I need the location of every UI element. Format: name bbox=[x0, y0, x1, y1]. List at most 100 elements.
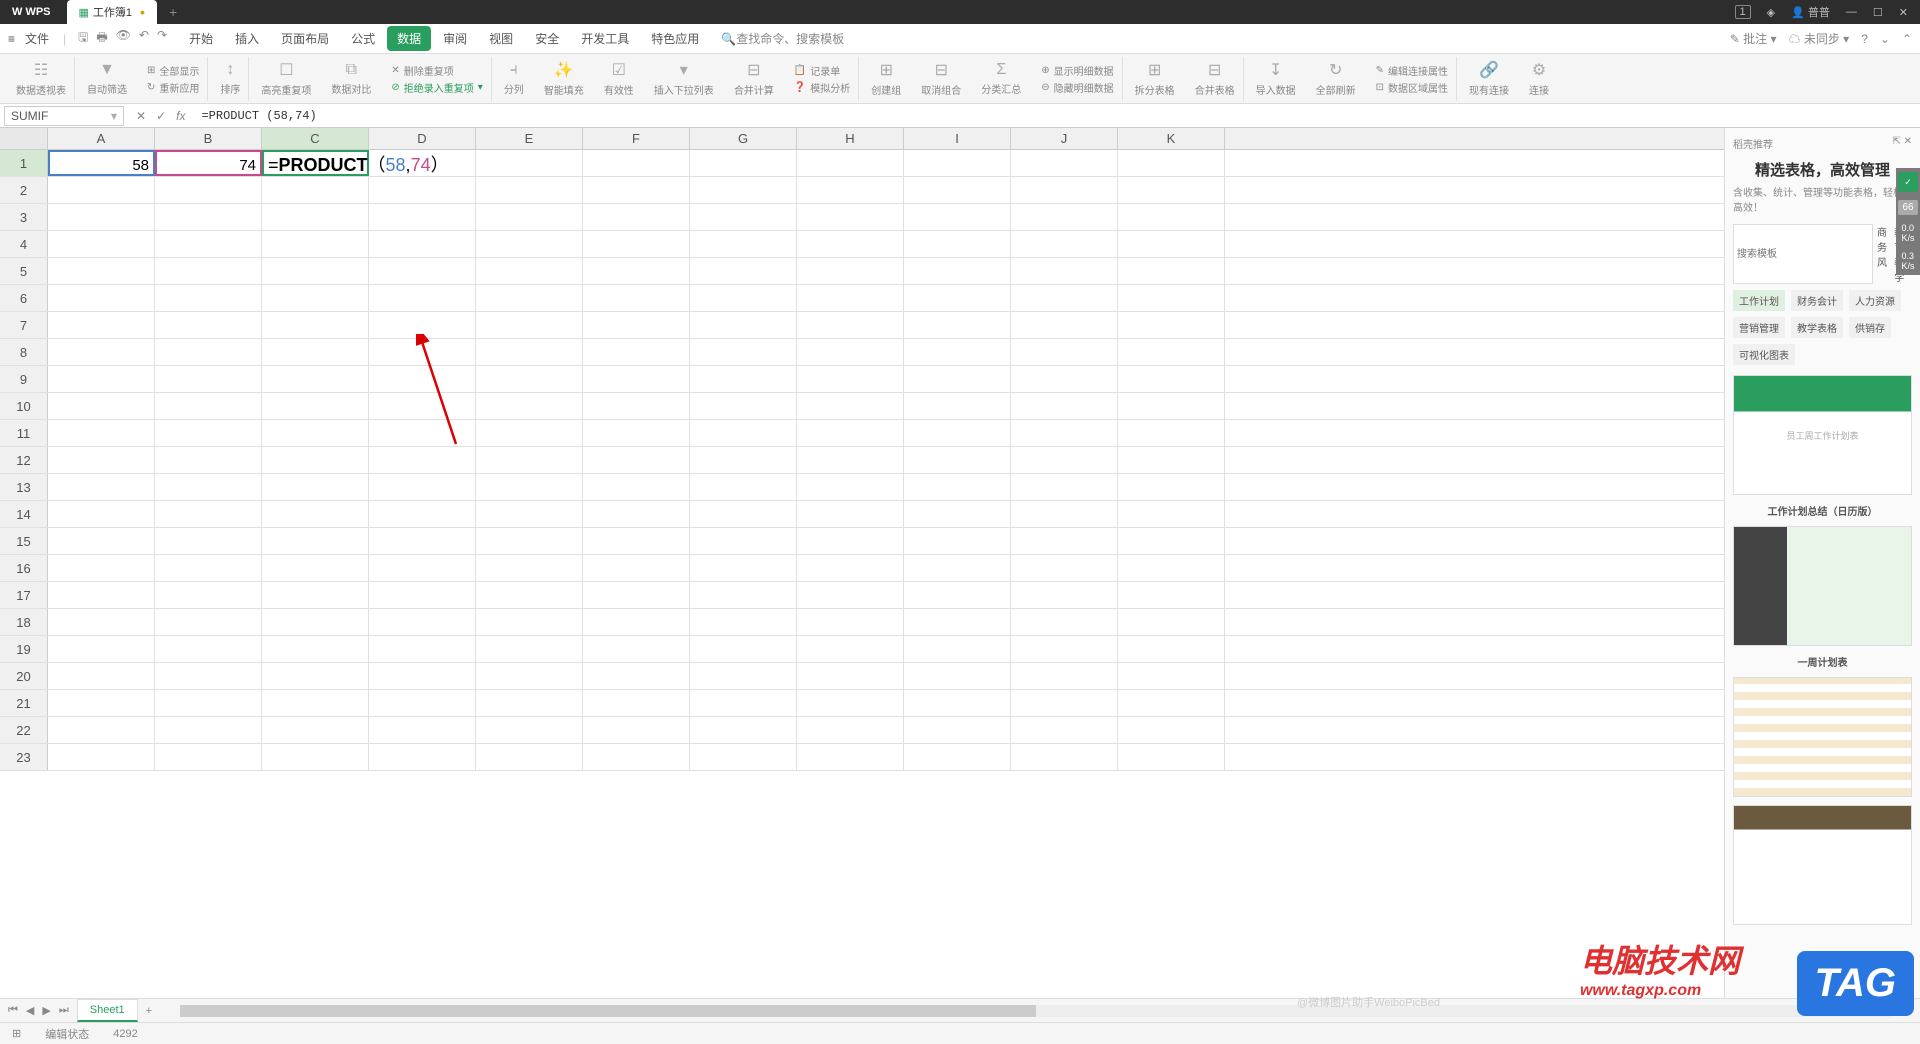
file-menu[interactable]: 文件 bbox=[19, 28, 55, 49]
cell[interactable] bbox=[690, 609, 797, 635]
cell[interactable] bbox=[1011, 609, 1118, 635]
tab-review[interactable]: 审阅 bbox=[433, 26, 477, 51]
cell[interactable] bbox=[476, 744, 583, 770]
cell[interactable] bbox=[155, 555, 262, 581]
cell[interactable] bbox=[583, 690, 690, 716]
template-card-3[interactable] bbox=[1733, 677, 1912, 797]
cell[interactable] bbox=[904, 204, 1011, 230]
cell[interactable] bbox=[904, 312, 1011, 338]
cell[interactable] bbox=[476, 285, 583, 311]
cell[interactable] bbox=[797, 204, 904, 230]
document-tab[interactable]: ▦ 工作簿1 • bbox=[67, 0, 157, 24]
row-header[interactable]: 11 bbox=[0, 420, 48, 446]
cell[interactable] bbox=[476, 366, 583, 392]
cell[interactable] bbox=[369, 258, 476, 284]
ribbon-whatif[interactable]: ❓模拟分析 bbox=[794, 80, 850, 95]
cell[interactable] bbox=[583, 204, 690, 230]
cancel-formula-icon[interactable]: ✕ bbox=[136, 109, 146, 123]
cell[interactable] bbox=[369, 339, 476, 365]
cell[interactable] bbox=[262, 582, 369, 608]
row-header[interactable]: 21 bbox=[0, 690, 48, 716]
command-search[interactable]: 🔍 查找命令、搜索模板 bbox=[721, 30, 844, 47]
cell[interactable] bbox=[476, 393, 583, 419]
cell[interactable] bbox=[583, 231, 690, 257]
cell[interactable] bbox=[904, 663, 1011, 689]
template-search-input[interactable] bbox=[1733, 224, 1873, 284]
cell[interactable] bbox=[904, 555, 1011, 581]
cell[interactable] bbox=[155, 717, 262, 743]
add-sheet-button[interactable]: + bbox=[138, 1005, 160, 1017]
row-header[interactable]: 5 bbox=[0, 258, 48, 284]
cell[interactable] bbox=[1011, 231, 1118, 257]
cell[interactable] bbox=[369, 177, 476, 203]
cell[interactable] bbox=[904, 690, 1011, 716]
ribbon-data-compare[interactable]: ⧉数据对比 bbox=[323, 57, 379, 101]
cell[interactable] bbox=[262, 312, 369, 338]
cell[interactable] bbox=[1011, 285, 1118, 311]
cell[interactable] bbox=[1118, 231, 1225, 257]
cell[interactable] bbox=[583, 258, 690, 284]
cell[interactable] bbox=[690, 285, 797, 311]
cell[interactable] bbox=[48, 339, 155, 365]
cell[interactable] bbox=[155, 744, 262, 770]
cell[interactable] bbox=[690, 555, 797, 581]
cell[interactable] bbox=[690, 447, 797, 473]
cell[interactable] bbox=[797, 690, 904, 716]
cell[interactable] bbox=[1118, 690, 1225, 716]
cell[interactable] bbox=[369, 744, 476, 770]
cell[interactable] bbox=[476, 609, 583, 635]
cell[interactable] bbox=[48, 258, 155, 284]
cell[interactable] bbox=[48, 744, 155, 770]
cell[interactable] bbox=[155, 258, 262, 284]
cell[interactable] bbox=[797, 447, 904, 473]
cell[interactable] bbox=[262, 231, 369, 257]
cell[interactable] bbox=[690, 528, 797, 554]
cell[interactable] bbox=[690, 366, 797, 392]
cell[interactable] bbox=[155, 420, 262, 446]
cell[interactable] bbox=[155, 204, 262, 230]
cell[interactable] bbox=[583, 150, 690, 176]
user-avatar[interactable]: 👤 普普 bbox=[1791, 4, 1830, 20]
row-header[interactable]: 15 bbox=[0, 528, 48, 554]
cell[interactable] bbox=[155, 393, 262, 419]
cell[interactable] bbox=[797, 177, 904, 203]
cell[interactable] bbox=[48, 555, 155, 581]
cell[interactable] bbox=[262, 285, 369, 311]
cell[interactable] bbox=[583, 717, 690, 743]
cell[interactable] bbox=[797, 717, 904, 743]
row-header[interactable]: 14 bbox=[0, 501, 48, 527]
cell[interactable] bbox=[1118, 474, 1225, 500]
cell[interactable] bbox=[1118, 636, 1225, 662]
cell[interactable] bbox=[797, 744, 904, 770]
undo-icon[interactable]: ↶ bbox=[139, 28, 149, 49]
sync-status[interactable]: ☁ 未同步 ▾ bbox=[1788, 30, 1849, 47]
row-header[interactable]: 17 bbox=[0, 582, 48, 608]
cell[interactable] bbox=[583, 393, 690, 419]
cell[interactable] bbox=[476, 501, 583, 527]
skin-icon[interactable]: ◈ bbox=[1767, 6, 1775, 19]
cell[interactable] bbox=[583, 312, 690, 338]
cell[interactable] bbox=[155, 285, 262, 311]
minimize-button[interactable]: — bbox=[1846, 6, 1857, 18]
cell[interactable] bbox=[1011, 555, 1118, 581]
cell[interactable]: 58 bbox=[48, 150, 155, 176]
cell[interactable] bbox=[904, 231, 1011, 257]
cell[interactable] bbox=[904, 366, 1011, 392]
cell[interactable] bbox=[476, 717, 583, 743]
ribbon-sort[interactable]: ↕排序 bbox=[212, 57, 249, 101]
cell[interactable] bbox=[1011, 447, 1118, 473]
cell[interactable] bbox=[904, 258, 1011, 284]
tag-marketing[interactable]: 营销管理 bbox=[1733, 317, 1785, 338]
cell[interactable] bbox=[797, 420, 904, 446]
cell[interactable] bbox=[1118, 285, 1225, 311]
cell[interactable] bbox=[369, 555, 476, 581]
template-card-2[interactable] bbox=[1733, 526, 1912, 646]
panel-close-icon[interactable]: ✕ bbox=[1904, 136, 1912, 147]
cell[interactable] bbox=[690, 312, 797, 338]
cell[interactable] bbox=[476, 474, 583, 500]
redo-icon[interactable]: ↷ bbox=[157, 28, 167, 49]
ribbon-consolidate[interactable]: ⊟合并计算 bbox=[726, 57, 782, 101]
print-icon[interactable]: 🖶 bbox=[96, 28, 107, 49]
cell[interactable] bbox=[904, 285, 1011, 311]
cell[interactable] bbox=[583, 447, 690, 473]
